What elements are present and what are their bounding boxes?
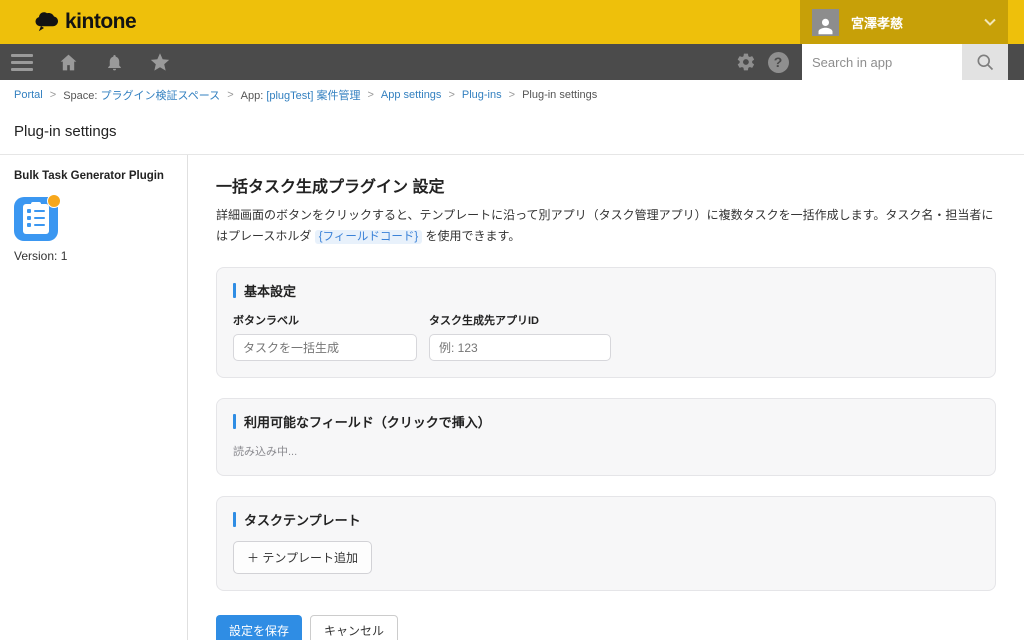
basic-settings-panel: 基本設定 ボタンラベル タスク生成先アプリID: [216, 267, 996, 378]
button-label-label: ボタンラベル: [233, 312, 417, 328]
plugin-badge-icon: [47, 194, 61, 208]
target-app-id-input[interactable]: [429, 334, 611, 361]
breadcrumb-app: App: [plugTest] 案件管理: [241, 87, 361, 103]
task-templates-title: タスクテンプレート: [233, 510, 979, 529]
user-avatar: [812, 9, 839, 36]
kintone-cloud-icon: [34, 11, 60, 33]
target-app-id-label: タスク生成先アプリID: [429, 312, 611, 328]
favorites-star-icon[interactable]: [144, 44, 176, 80]
breadcrumb-separator: >: [50, 89, 56, 101]
settings-description: 詳細画面のボタンをクリックすると、テンプレートに沿って別アプリ（タスク管理アプリ…: [216, 205, 996, 247]
accent-bar: [233, 512, 236, 527]
settings-gear-icon[interactable]: [730, 44, 762, 80]
chevron-down-icon: [984, 13, 996, 31]
plugin-name: Bulk Task Generator Plugin: [14, 169, 177, 184]
menu-hamburger-icon[interactable]: [6, 44, 38, 80]
accent-bar: [233, 283, 236, 298]
kintone-logo[interactable]: kintone: [34, 10, 136, 34]
brand-bar: kintone 宮澤孝慈: [0, 0, 1024, 44]
settings-heading: 一括タスク生成プラグイン 設定: [216, 173, 996, 197]
breadcrumb-current: Plug-in settings: [522, 89, 597, 101]
task-templates-panel: タスクテンプレート ＋ テンプレート追加: [216, 496, 996, 591]
search-input[interactable]: [802, 44, 962, 80]
breadcrumb-portal[interactable]: Portal: [14, 89, 43, 101]
home-icon[interactable]: [52, 44, 84, 80]
search-button[interactable]: [962, 44, 1008, 80]
cancel-button[interactable]: キャンセル: [310, 615, 398, 640]
button-label-field-group: ボタンラベル: [233, 312, 417, 361]
target-app-id-field-group: タスク生成先アプリID: [429, 312, 611, 361]
save-settings-button[interactable]: 設定を保存: [216, 615, 302, 640]
plugin-sidebar: Bulk Task Generator Plugin Version: 1: [0, 155, 188, 640]
breadcrumb-separator: >: [227, 89, 233, 101]
help-icon[interactable]: ?: [762, 44, 794, 80]
breadcrumb-space-link[interactable]: プラグイン検証スペース: [101, 90, 221, 102]
breadcrumb-space: Space: プラグイン検証スペース: [63, 87, 220, 103]
basic-settings-title: 基本設定: [233, 281, 979, 300]
available-fields-title: 利用可能なフィールド（クリックで挿入）: [233, 412, 979, 431]
clipboard-icon: [23, 204, 49, 234]
plugin-version: Version: 1: [14, 249, 177, 263]
available-fields-panel: 利用可能なフィールド（クリックで挿入） 読み込み中...: [216, 398, 996, 476]
breadcrumb-app-link[interactable]: [plugTest] 案件管理: [266, 90, 360, 102]
content-area: Bulk Task Generator Plugin Version: 1 一括…: [0, 155, 1024, 640]
toolbar-right: ?: [730, 44, 1024, 80]
breadcrumb-separator: >: [367, 89, 373, 101]
breadcrumb-separator: >: [448, 89, 454, 101]
button-label-input[interactable]: [233, 334, 417, 361]
user-name: 宮澤孝慈: [851, 13, 972, 32]
global-toolbar: ?: [0, 44, 1024, 80]
breadcrumb: Portal > Space: プラグイン検証スペース > App: [plug…: [0, 80, 1024, 108]
app-search: [802, 44, 1008, 80]
brand-name: kintone: [65, 10, 136, 34]
breadcrumb-app-settings[interactable]: App settings: [381, 89, 442, 101]
breadcrumb-plug-ins[interactable]: Plug-ins: [462, 89, 502, 101]
breadcrumb-separator: >: [509, 89, 515, 101]
user-menu[interactable]: 宮澤孝慈: [800, 0, 1008, 44]
toolbar-left: [0, 44, 176, 80]
plugin-icon: [14, 197, 58, 241]
loading-status: 読み込み中...: [233, 443, 979, 459]
page-title: Plug-in settings: [0, 108, 1024, 154]
notifications-bell-icon[interactable]: [98, 44, 130, 80]
add-template-button[interactable]: ＋ テンプレート追加: [233, 541, 372, 574]
settings-main: 一括タスク生成プラグイン 設定 詳細画面のボタンをクリックすると、テンプレートに…: [188, 155, 1024, 640]
field-code-badge: {フィールドコード}: [315, 230, 422, 244]
form-actions: 設定を保存 キャンセル: [216, 615, 996, 640]
accent-bar: [233, 414, 236, 429]
